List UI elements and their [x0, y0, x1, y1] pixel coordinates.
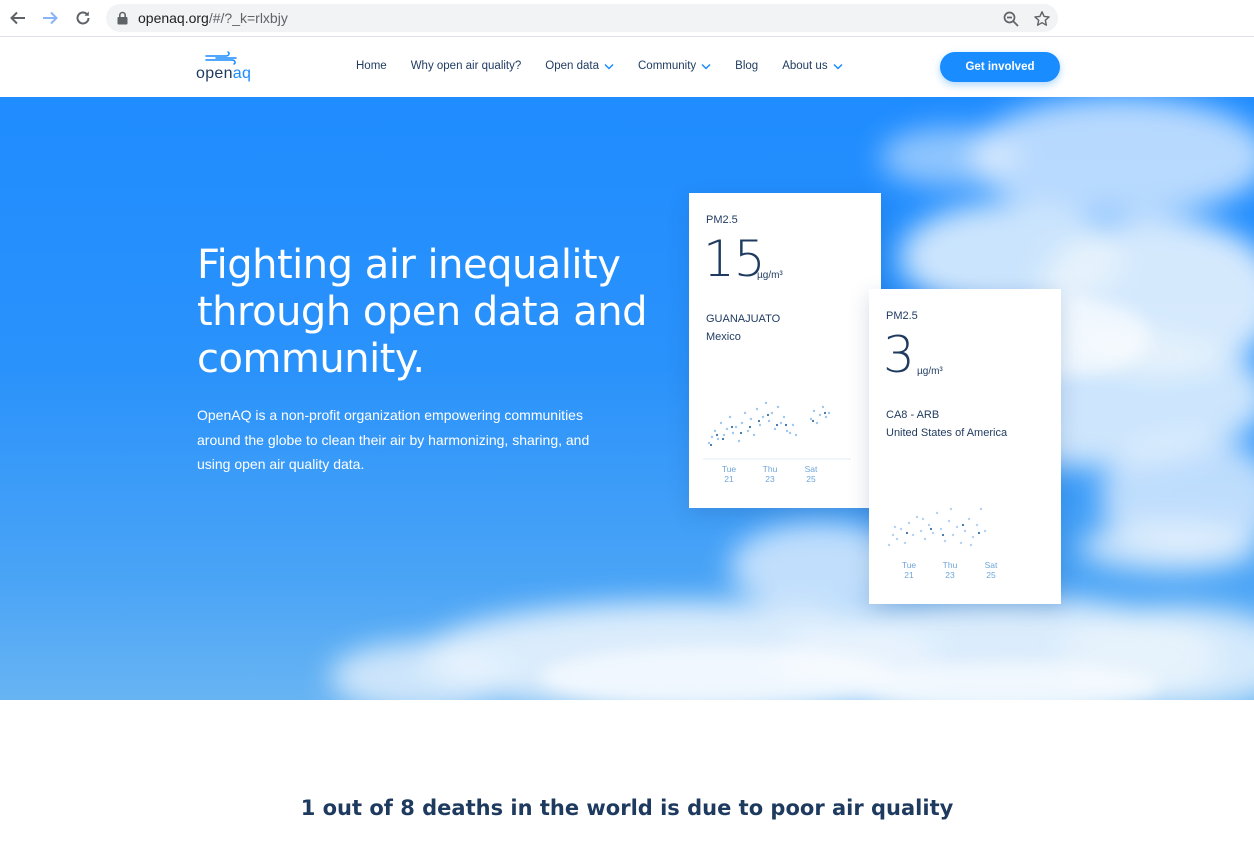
arrow-right-icon[interactable] [37, 6, 63, 30]
lock-icon [117, 11, 128, 25]
nav-item-home[interactable]: Home [356, 60, 387, 72]
get-involved-button[interactable]: Get involved [940, 52, 1060, 82]
measurement-value: 3 [883, 326, 915, 384]
country-name: United States of America [886, 427, 1008, 439]
location-name: CA8 - ARB [886, 409, 940, 421]
chevron-down-icon [701, 63, 711, 70]
country-name: Mexico [706, 331, 741, 343]
nav-item-blog[interactable]: Blog [735, 60, 758, 72]
unit-label: µg/m³ [757, 270, 783, 281]
nav-item-why-open-air-quality[interactable]: Why open air quality? [411, 60, 522, 72]
hero-description: OpenAQ is a non-profit organization empo… [197, 407, 590, 472]
nav-item-community[interactable]: Community [638, 60, 711, 72]
tick-label: Thu 23 [762, 464, 778, 484]
location-name: GUANAJUATO [706, 313, 781, 325]
url-text: openaq.org/#/?_k=rlxbjy [138, 10, 288, 26]
nav-item-about-us[interactable]: About us [782, 60, 843, 72]
cloud-background [330, 97, 1254, 700]
main-nav: Home Why open air quality? Open data Com… [356, 60, 867, 72]
sparkline-chart [703, 401, 851, 460]
measurement-card-ca8-arb[interactable]: PM2.5 3 µg/m³ CA8 - ARB United States of… [869, 289, 1061, 604]
hero-title: Fighting air inequality through open dat… [197, 242, 648, 382]
wind-icon [205, 51, 237, 65]
logo-text: openaq [196, 65, 252, 82]
section-stat-heading: 1 out of 8 deaths in the world is due to… [300, 796, 954, 820]
nav-item-open-data[interactable]: Open data [545, 60, 614, 72]
address-bar[interactable]: openaq.org/#/?_k=rlxbjy [106, 4, 1058, 32]
parameter-label: PM2.5 [706, 214, 738, 226]
sparkline-chart [887, 507, 987, 547]
openaq-logo[interactable]: openaq [196, 51, 256, 85]
measurement-value: 15 [703, 230, 766, 288]
parameter-label: PM2.5 [886, 310, 918, 322]
zoom-icon[interactable] [1002, 10, 1020, 28]
tick-label: Tue 21 [901, 560, 917, 580]
arrow-left-icon[interactable] [5, 6, 31, 30]
chevron-down-icon [833, 63, 843, 70]
tick-label: Tue 21 [721, 464, 737, 484]
tick-label: Sat 25 [804, 464, 818, 484]
tick-label: Sat 25 [984, 560, 998, 580]
star-icon[interactable] [1033, 10, 1051, 28]
reload-icon[interactable] [70, 6, 96, 30]
measurement-card-guanajuato[interactable]: PM2.5 15 µg/m³ GUANAJUATO Mexico Tue 21 T… [689, 193, 881, 508]
unit-label: µg/m³ [917, 366, 943, 377]
browser-toolbar: openaq.org/#/?_k=rlxbjy [0, 0, 1254, 37]
tick-label: Thu 23 [942, 560, 958, 580]
site-header: openaq Home Why open air quality? Open d… [0, 37, 1254, 97]
chevron-down-icon [604, 63, 614, 70]
hero-section: Fighting air inequality through open dat… [0, 97, 1254, 700]
